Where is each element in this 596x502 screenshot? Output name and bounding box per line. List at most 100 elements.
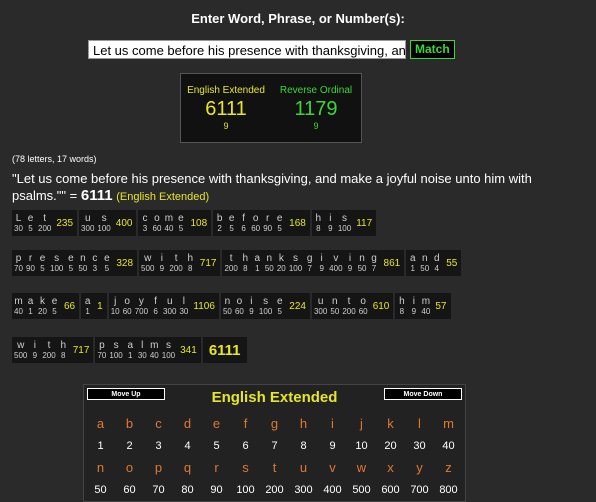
letter-number: 5 [52,306,57,316]
letter-number: 9 [32,350,38,360]
letter-char: a [127,339,134,351]
key-value: 1 [97,440,104,452]
word-letters: n 50 o 60 i 9 s 100 e 5 [223,296,284,317]
key-value: 7 [271,440,278,452]
match-button[interactable]: Match [410,40,455,59]
key-letter: f [243,416,248,431]
letter-char: r [28,252,33,264]
cipher-result-reverse-ordinal[interactable]: Reverse Ordinal 1179 9 [271,85,361,142]
letter-char: g [371,252,377,264]
word-block: m 40 a 1 k 20 e 5 66 [12,293,80,319]
letter-value: a1 [408,253,417,274]
word-total: 224 [289,300,306,312]
letter-char: a [84,295,91,307]
letter-number: 60 [152,223,162,233]
letter-value: s 100 [289,253,302,274]
word-letters: m 40 a 1 k 20 e 5 [14,296,59,317]
letter-value: f6 [151,296,160,317]
word-letters: u 300 n 50 t 200 o 60 [314,296,368,317]
letter-char: o [360,295,366,307]
letter-value: n 50 [78,253,87,274]
letter-char: a [254,252,261,264]
letter-value: o 60 [152,213,162,234]
letter-number: 60 [251,223,261,233]
letter-number: 50 [330,306,340,316]
key-letter: o [125,460,134,475]
key-value: 500 [352,484,371,496]
key-value: 3 [155,440,162,452]
letter-char: e [51,295,58,307]
letter-char: l [141,339,144,351]
key-value: 200 [265,484,284,496]
letter-char: u [166,295,173,307]
word-total: 400 [115,217,133,229]
word-block: p 70 s 100 a 1 l 30 m 40 s 100 341 [95,337,201,363]
letter-number: 200 [42,350,56,360]
move-down-button[interactable]: Move Down [384,388,462,400]
phrase-total: 6111 [80,187,113,204]
letter-value: r 90 [26,253,35,274]
letter-value: i9 [409,296,418,317]
letter-char: e [277,295,283,307]
word-block: L 30 e 5 t 200 235 [12,210,78,236]
letter-value: i9 [326,213,335,234]
letter-value: e5 [227,213,236,234]
letter-char: n [421,252,428,264]
letter-char: n [266,252,273,264]
key-value: 5 [213,440,220,452]
letter-value: o 60 [235,296,244,317]
letter-value: t 200 [224,253,237,274]
letter-number: 60 [234,306,244,316]
letter-char: a [27,295,34,307]
letter-number: 6 [241,223,246,233]
letter-value: L 30 [14,213,23,234]
letter-number: 50 [222,306,232,316]
letter-value: h8 [241,253,250,274]
letter-number: 6 [153,306,158,316]
key-letter: l [418,416,421,431]
letter-char: f [242,212,246,224]
letter-char: j [114,295,117,307]
phrase-input[interactable]: Let us come before his presence with tha… [88,40,406,59]
word-total: 117 [356,217,373,229]
letter-char: n [80,252,86,264]
letter-value: e5 [176,213,185,234]
letter-value: l 30 [179,296,188,317]
letter-value: s 100 [50,253,63,274]
word-total: 1106 [193,300,215,312]
word-total: 66 [64,300,76,312]
word-block: u 300 s 100 400 [79,210,137,236]
word-total: 108 [190,217,208,229]
cipher-result-english-extended[interactable]: English Extended 6111 9 [181,85,271,142]
cipher-reduction: 9 [223,121,229,131]
letter-char: f [154,295,157,307]
letter-number: 3 [92,263,98,273]
letter-number: 2 [217,223,222,233]
letter-char: t [347,295,351,307]
letter-char: d [433,252,440,264]
letter-char: o [236,295,243,307]
letter-number: 200 [342,306,356,316]
letter-number: 8 [399,306,405,316]
letter-number: 40 [164,223,174,233]
letter-value: t 200 [42,340,55,361]
letter-value: e5 [66,253,75,274]
cipher-key-header: Move Up English Extended Move Down [84,385,465,413]
letter-char: e [104,252,110,264]
letter-number: 8 [243,263,248,273]
letter-char: n [332,295,338,307]
letter-char: e [228,212,235,224]
letter-char: h [242,252,249,264]
letter-number: 100 [258,306,273,316]
letter-char: a [409,252,416,264]
letter-number: 40 [421,306,431,316]
letter-number: 1 [128,350,133,360]
key-value: 10 [355,440,368,452]
letter-value: d4 [432,253,441,274]
letter-value: m 40 [164,213,174,234]
letter-value: r 90 [263,213,272,234]
key-letter: x [387,460,394,475]
letter-number: 300 [81,223,95,233]
letter-char: L [15,212,22,224]
letter-number: 1 [410,263,415,273]
